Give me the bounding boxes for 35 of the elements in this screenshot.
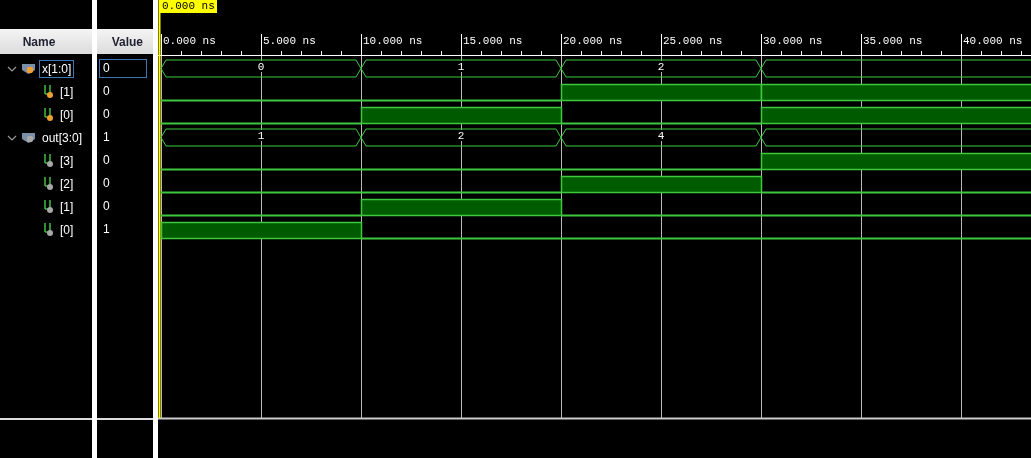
signal-name[interactable]: [1]	[57, 197, 77, 216]
signal-value: 0	[102, 83, 111, 100]
signal-name[interactable]: [2]	[57, 174, 77, 193]
time-axis-label: 0.000 ns	[163, 35, 216, 47]
signal-value: 0	[102, 152, 111, 169]
bus-value-label: 4	[657, 130, 665, 142]
cursor-line[interactable]	[158, 0, 161, 419]
signal-value: 0	[99, 59, 147, 78]
bus-value-label: 2	[457, 130, 465, 142]
time-axis-label: 5.000 ns	[263, 35, 316, 47]
signal-value: 0	[102, 198, 111, 215]
signal-name[interactable]: out[3:0]	[39, 128, 86, 147]
time-axis-label: 25.000 ns	[663, 35, 723, 47]
signal-name[interactable]: [0]	[57, 105, 77, 124]
bus-value-label: 0	[257, 61, 265, 73]
bus-value-label: 2	[657, 61, 665, 73]
time-axis-label: 20.000 ns	[563, 35, 623, 47]
column-header[interactable]: Value	[97, 29, 153, 54]
bus-value-label: 1	[257, 130, 265, 142]
signal-name[interactable]: [0]	[57, 220, 77, 239]
time-axis-label: 15.000 ns	[463, 35, 523, 47]
time-axis-label: 10.000 ns	[363, 35, 423, 47]
signal-value: 1	[102, 221, 111, 238]
cursor-time-label: 0.000 ns	[160, 0, 217, 13]
signal-value: 0	[102, 175, 111, 192]
signal-name[interactable]: x[1:0]	[39, 59, 75, 78]
time-axis-label: 30.000 ns	[763, 35, 823, 47]
column-header[interactable]: Name	[0, 29, 92, 54]
signal-name[interactable]: [3]	[57, 151, 77, 170]
time-axis-label: 40.000 ns	[963, 35, 1023, 47]
time-axis-label: 35.000 ns	[863, 35, 923, 47]
signal-value: 1	[102, 129, 111, 146]
signal-name[interactable]: [1]	[57, 82, 77, 101]
bus-value-label: 1	[457, 61, 465, 73]
signal-value: 0	[102, 106, 111, 123]
